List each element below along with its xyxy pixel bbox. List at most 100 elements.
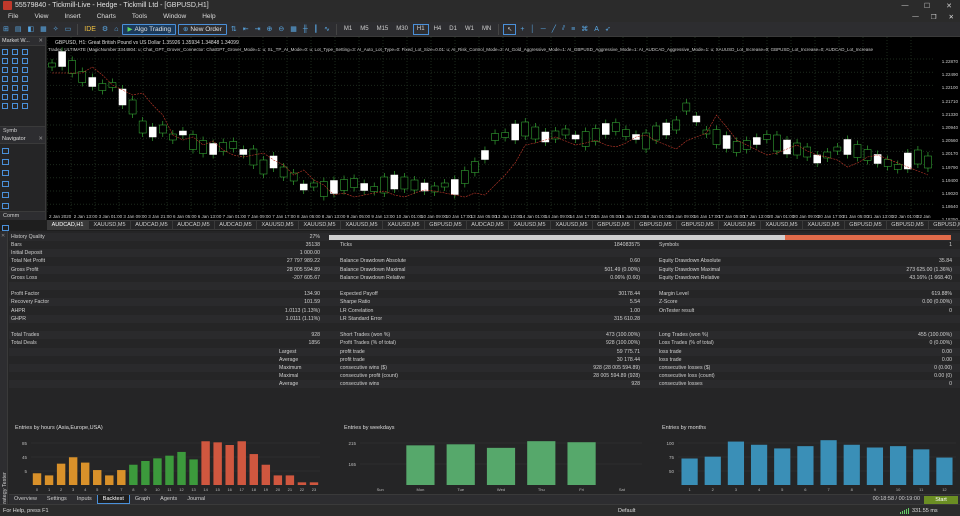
list-item[interactable] <box>2 85 43 91</box>
chart-tab[interactable]: XAUUSD,M5 <box>509 221 551 229</box>
chart-tab[interactable]: XAUUSD,M5 <box>89 221 131 229</box>
tab-overview[interactable]: Overview <box>9 495 42 504</box>
menu-charts[interactable]: Charts <box>89 13 124 20</box>
chart-tab[interactable]: XAUUSD,M5 <box>383 221 425 229</box>
tab-backtest[interactable]: Backtest <box>96 495 130 504</box>
shapes-icon[interactable]: ⌘ <box>579 24 590 35</box>
common-tab[interactable]: Comm <box>0 211 45 220</box>
tab-journal[interactable]: Journal <box>182 495 210 504</box>
child-minimize-icon[interactable]: — <box>906 13 925 21</box>
zoom-in-icon[interactable]: ⊕ <box>264 24 274 35</box>
market-icon[interactable]: ⌂ <box>112 24 120 35</box>
folder-icon[interactable] <box>2 148 9 154</box>
chart-tab[interactable]: XAUUSD,M5 <box>551 221 593 229</box>
tf-m15[interactable]: M15 <box>374 24 392 35</box>
menu-window[interactable]: Window <box>155 13 194 20</box>
child-restore-icon[interactable]: ❐ <box>925 13 943 21</box>
chart-tab[interactable]: GBPUSD,M5 <box>593 221 635 229</box>
chart-tab[interactable]: AUDCAD,M5 <box>467 221 509 229</box>
navigator-icon[interactable]: ✧ <box>51 24 61 35</box>
candles-icon[interactable]: ┃ <box>312 24 320 35</box>
chart-tab[interactable]: AUDCAD,H1 <box>47 221 89 229</box>
chart-tab[interactable]: XAUUSD,M5 <box>803 221 845 229</box>
chart-tab[interactable]: AUDCAD,M5 <box>215 221 257 229</box>
list-item[interactable] <box>2 76 43 82</box>
chart-tab[interactable]: XAUUSD,M5 <box>341 221 383 229</box>
list-item[interactable] <box>2 49 43 55</box>
menu-file[interactable]: File <box>0 13 26 20</box>
menu-view[interactable]: View <box>26 13 56 20</box>
folder-icon[interactable] <box>2 159 9 165</box>
tf-mn[interactable]: MN <box>479 24 494 35</box>
trade-icon[interactable]: ⇅ <box>229 24 239 35</box>
menu-help[interactable]: Help <box>194 13 223 20</box>
navigator-close-icon[interactable]: ✕ <box>38 136 45 142</box>
autoscroll-icon[interactable]: ⇥ <box>253 24 263 35</box>
chart-tab[interactable]: GBPUSD,M5 <box>635 221 677 229</box>
child-close-icon[interactable]: ✕ <box>943 13 960 21</box>
list-item[interactable] <box>2 67 43 73</box>
tab-settings[interactable]: Settings <box>42 495 72 504</box>
list-item[interactable] <box>2 58 43 64</box>
profiles-icon[interactable]: ▤ <box>13 24 24 35</box>
crosshair-icon[interactable]: + <box>518 24 526 35</box>
list-item[interactable] <box>2 94 43 100</box>
chart-tab[interactable]: AUDCAD,M5 <box>173 221 215 229</box>
minimize-icon[interactable]: — <box>894 2 916 10</box>
trendline-icon[interactable]: ╱ <box>550 24 558 35</box>
ide-icon[interactable]: IDE <box>82 24 98 35</box>
chart-tab[interactable]: AUDCAD,M5 <box>131 221 173 229</box>
tab-inputs[interactable]: Inputs <box>72 495 97 504</box>
tf-m5[interactable]: M5 <box>357 24 371 35</box>
tester-close-icon[interactable]: ✕ <box>1 233 5 239</box>
tf-m1[interactable]: M1 <box>341 24 355 35</box>
folder-icon[interactable] <box>2 170 9 176</box>
symbols-tab[interactable]: Symb <box>0 126 45 135</box>
chart-tab[interactable]: GBPUSD,M5 <box>425 221 467 229</box>
chart-tab[interactable]: GBPUSD,M5 <box>929 221 960 229</box>
maximize-icon[interactable]: ☐ <box>916 2 938 10</box>
text-icon[interactable]: A <box>592 24 601 35</box>
folder-icon[interactable] <box>2 192 9 198</box>
vertical-line-icon[interactable]: │ <box>528 24 536 35</box>
folder-icon[interactable] <box>2 203 9 209</box>
tf-m30[interactable]: M30 <box>393 24 411 35</box>
chart-tab[interactable]: XAUUSD,M5 <box>761 221 803 229</box>
tf-w1[interactable]: W1 <box>462 24 477 35</box>
arrows-icon[interactable]: ➶ <box>603 24 613 35</box>
algo-trading-button[interactable]: ▶ Algo Trading <box>122 23 176 35</box>
chart-tab[interactable]: GBPUSD,M5 <box>845 221 887 229</box>
channel-icon[interactable]: ⫽ <box>560 24 567 35</box>
bar-chart-icon[interactable]: ╫ <box>301 24 310 35</box>
market-watch-close-icon[interactable]: ✕ <box>38 38 45 44</box>
tf-d1[interactable]: D1 <box>446 24 460 35</box>
chart-tab[interactable]: GBPUSD,M5 <box>677 221 719 229</box>
fibonacci-icon[interactable]: ≡ <box>569 24 577 35</box>
tf-h1[interactable]: H1 <box>412 23 429 35</box>
candlestick-chart[interactable] <box>47 37 960 220</box>
chart-shift-icon[interactable]: ⇤ <box>241 24 251 35</box>
close-icon[interactable]: ✕ <box>938 2 960 10</box>
folder-icon[interactable] <box>2 181 9 187</box>
tab-agents[interactable]: Agents <box>155 495 182 504</box>
zoom-out-icon[interactable]: ⊖ <box>276 24 286 35</box>
status-profile[interactable]: Default <box>618 508 635 514</box>
price-chart[interactable]: GBPUSD, H1: Great British Pound vs US Do… <box>47 37 960 224</box>
tab-graph[interactable]: Graph <box>130 495 155 504</box>
menu-tools[interactable]: Tools <box>124 13 155 20</box>
tile-icon[interactable]: ▦ <box>288 24 299 35</box>
strategy-tester-icon[interactable]: ⚙ <box>100 24 110 35</box>
line-chart-icon[interactable]: ∿ <box>322 24 332 35</box>
time-scale[interactable]: 2 Jan 2020 2 Jan 13:00 3 Jan 01:00 3 Jan 09… <box>47 213 933 224</box>
new-chart-icon[interactable]: ⊞ <box>1 24 11 35</box>
cursor-icon[interactable]: ↖ <box>503 23 517 35</box>
chart-tab[interactable]: XAUUSD,M5 <box>257 221 299 229</box>
menu-insert[interactable]: Insert <box>56 13 88 20</box>
tf-h4[interactable]: H4 <box>431 24 445 35</box>
data-window-icon[interactable]: ▦ <box>38 24 49 35</box>
market-watch-icon[interactable]: ◧ <box>26 24 37 35</box>
price-scale[interactable]: 1.22870 1.22490 1.22100 1.21710 1.21330 1.209… <box>933 37 960 222</box>
chart-tab[interactable]: XAUUSD,M5 <box>299 221 341 229</box>
start-button[interactable]: Start <box>924 496 958 504</box>
chart-tab[interactable]: GBPUSD,M5 <box>887 221 929 229</box>
